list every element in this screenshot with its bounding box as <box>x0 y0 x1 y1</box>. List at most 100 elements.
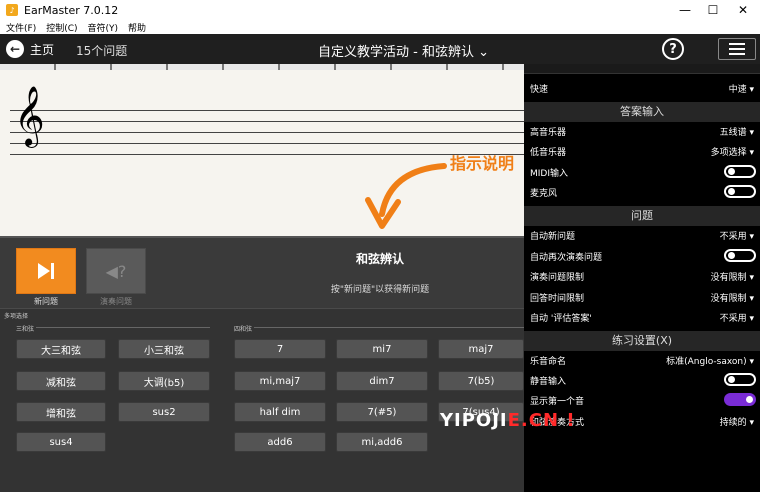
mute-toggle[interactable] <box>724 373 756 386</box>
autonew-value: 不采用 <box>720 229 754 242</box>
sevenths-group-label: 四和弦 <box>234 326 253 333</box>
speed-value: 中速 <box>729 82 754 95</box>
treble-label: 高音乐器 <box>530 128 567 138</box>
treble-instrument-setting[interactable]: 高音乐器 五线谱 <box>524 120 760 140</box>
mute-label: 静音输入 <box>530 377 567 387</box>
mic-toggle[interactable] <box>724 185 756 198</box>
menu-control[interactable]: 控制(C) <box>46 21 77 34</box>
earmaster-app-icon: ♪ <box>6 4 18 16</box>
speed-setting[interactable]: 快速 中速 <box>524 77 760 97</box>
bass-instrument-setting[interactable]: 低音乐器 多项选择 <box>524 140 760 160</box>
minimize-button[interactable]: — <box>670 0 700 20</box>
auto-replay-setting: 自动再次演奏问题 <box>524 245 760 265</box>
app-header: ← 主页 15个问题 自定义教学活动 - 和弦辨认 ⌄ ? <box>0 34 760 64</box>
exercise-title: 自定义教学活动 - 和弦辨认 <box>318 45 474 60</box>
window-titlebar: ♪ EarMaster 7.0.12 — ☐ ✕ <box>0 0 760 20</box>
replay-question-button[interactable]: ◀? <box>86 248 146 294</box>
help-button[interactable]: ? <box>662 38 684 60</box>
exercise-name: 和弦辨认 <box>355 252 404 266</box>
chord-major-b5-button[interactable]: 大调(b5) <box>118 371 210 391</box>
question-count: 15个问题 <box>76 44 128 58</box>
chord-add6-button[interactable]: add6 <box>234 432 326 452</box>
menu-notes[interactable]: 音符(Y) <box>88 21 119 34</box>
chevron-down-icon: ⌄ <box>478 45 490 60</box>
answer-input-section: 答案输入 <box>524 102 760 122</box>
watermark-suffix: ! <box>566 410 576 431</box>
bass-value: 多项选择 <box>711 145 754 158</box>
back-arrow-icon: ← <box>6 40 24 58</box>
triads-group-label: 三和弦 <box>16 326 35 333</box>
chord-dim7-button[interactable]: dim7 <box>336 371 428 391</box>
bass-label: 低音乐器 <box>530 148 567 158</box>
exercise-title-dropdown[interactable]: 自定义教学活动 - 和弦辨认 ⌄ <box>318 41 489 60</box>
home-button[interactable]: ← 主页 <box>6 39 54 59</box>
control-panel: ◀? 新问题 演奏问题 和弦辨认 按"新问题"以获得新问题 <box>0 236 524 308</box>
staff-area: 𝄞 指示说明 <box>0 70 524 236</box>
auto-eval-setting[interactable]: 自动 '评估答案' 不采用 <box>524 306 760 326</box>
note-naming-setting[interactable]: 乐音命名 标准(Anglo-saxon) <box>524 349 760 369</box>
playmode-value: 持续的 <box>720 415 754 428</box>
chord-augmented-button[interactable]: 增和弦 <box>16 402 106 422</box>
play-next-icon <box>38 263 54 279</box>
menu-bar: 文件(F) 控制(C) 音符(Y) 帮助 <box>0 20 760 34</box>
chord-maj7-button[interactable]: maj7 <box>438 339 524 359</box>
chord-sus2-button[interactable]: sus2 <box>118 402 210 422</box>
hamburger-menu-button[interactable] <box>718 38 756 60</box>
time-limit-setting[interactable]: 回答时间限制 没有限制 <box>524 286 760 306</box>
naming-value: 标准(Anglo-saxon) <box>666 354 754 367</box>
watermark-accent: E.CN <box>507 410 560 431</box>
speed-label: 快速 <box>530 85 549 95</box>
speaker-question-icon: ◀? <box>105 261 127 281</box>
show-first-note-setting: 显示第一个音 <box>524 389 760 409</box>
showfirst-label: 显示第一个音 <box>530 397 585 407</box>
chord-minor-button[interactable]: 小三和弦 <box>118 339 210 359</box>
autoeval-value: 不采用 <box>720 311 754 324</box>
showfirst-toggle[interactable] <box>724 393 756 406</box>
treble-clef-icon: 𝄞 <box>14 86 45 146</box>
chord-major-button[interactable]: 大三和弦 <box>16 339 106 359</box>
question-section: 问题 <box>524 206 760 226</box>
autoeval-label: 自动 '评估答案' <box>530 314 592 324</box>
home-label: 主页 <box>30 42 55 57</box>
chord-half-dim-button[interactable]: half dim <box>234 402 326 422</box>
close-button[interactable]: ✕ <box>728 0 758 20</box>
answers-title: 多项选择 <box>4 313 29 320</box>
chord-7-button[interactable]: 7 <box>234 339 326 359</box>
chord-mi-maj7-button[interactable]: mi,maj7 <box>234 371 326 391</box>
hamburger-icon <box>729 43 745 45</box>
autonew-label: 自动新问题 <box>530 232 576 242</box>
chord-sus4-button[interactable]: sus4 <box>16 432 106 452</box>
chord-7sharp5-button[interactable]: 7(#5) <box>336 402 428 422</box>
microphone-setting: 麦克风 <box>524 181 760 201</box>
menu-help[interactable]: 帮助 <box>128 21 146 34</box>
new-question-label: 新问题 <box>34 297 58 306</box>
chord-mi7-button[interactable]: mi7 <box>336 339 428 359</box>
instruction-annotation: 指示说明 <box>450 154 515 173</box>
midi-toggle[interactable] <box>724 165 756 178</box>
practice-section: 练习设置(X) <box>524 331 760 351</box>
annotation-arrow-icon <box>365 163 447 229</box>
exercise-hint: 按"新问题"以获得新问题 <box>330 285 430 295</box>
chord-7b5-button[interactable]: 7(b5) <box>438 371 524 391</box>
maximize-button[interactable]: ☐ <box>698 0 728 20</box>
play-limit-setting[interactable]: 演奏问题限制 没有限制 <box>524 265 760 285</box>
menu-file[interactable]: 文件(F) <box>6 21 36 34</box>
autoreplay-toggle[interactable] <box>724 249 756 262</box>
window-title: EarMaster 7.0.12 <box>24 3 119 17</box>
auto-new-setting[interactable]: 自动新问题 不采用 <box>524 224 760 244</box>
watermark-prefix: YIPOJI <box>440 410 508 431</box>
timelimit-label: 回答时间限制 <box>530 294 585 304</box>
mic-label: 麦克风 <box>530 189 558 199</box>
playlimit-value: 没有限制 <box>711 270 754 283</box>
midi-input-setting: MIDI输入 <box>524 161 760 181</box>
midi-label: MIDI输入 <box>530 169 569 179</box>
new-question-button[interactable] <box>16 248 76 294</box>
mute-input-setting: 静音输入 <box>524 369 760 389</box>
watermark-text: YIPOJIE.CN ! <box>440 410 576 431</box>
timelimit-value: 没有限制 <box>711 291 754 304</box>
chord-mi-add6-button[interactable]: mi,add6 <box>336 432 428 452</box>
autoreplay-label: 自动再次演奏问题 <box>530 253 603 263</box>
treble-value: 五线谱 <box>720 125 754 138</box>
chord-diminished-button[interactable]: 减和弦 <box>16 371 106 391</box>
answer-choices: 多项选择 三和弦 四和弦 大三和弦 小三和弦 减和弦 大调(b5) 增和弦 su… <box>0 308 524 492</box>
